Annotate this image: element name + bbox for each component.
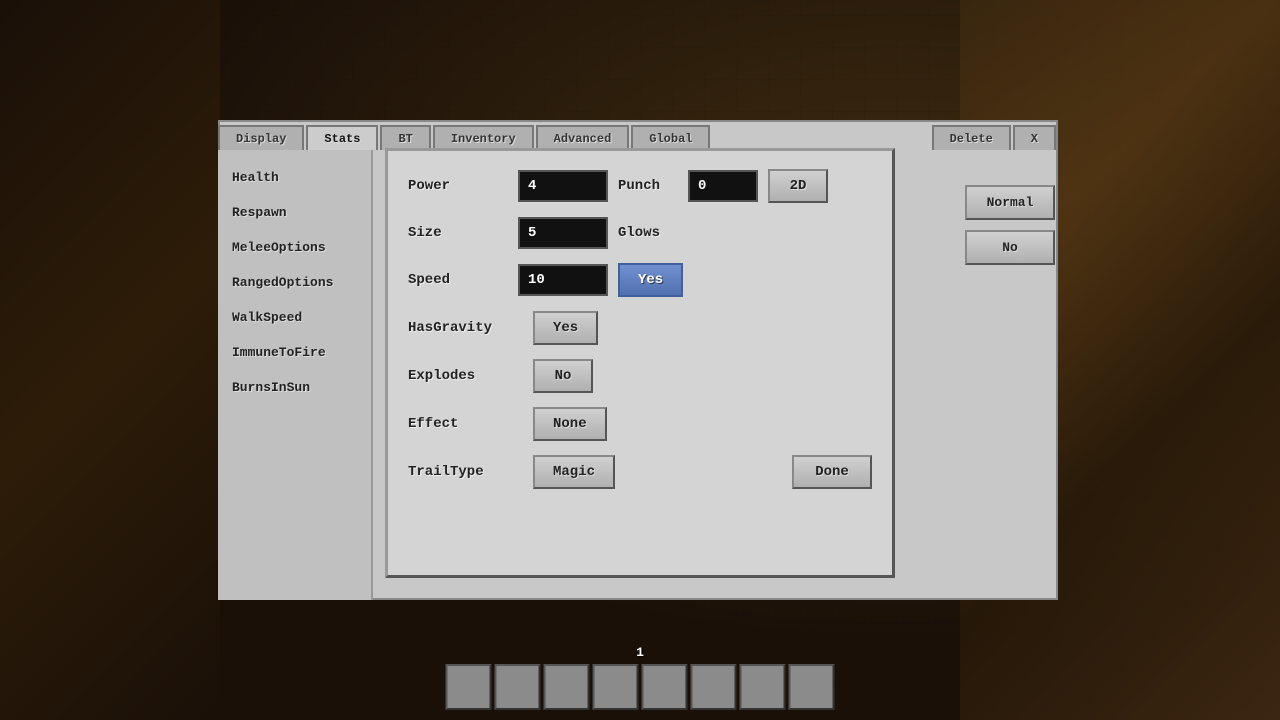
normal-button[interactable]: Normal	[965, 185, 1055, 220]
inv-slot-2[interactable]	[495, 664, 541, 710]
tab-advanced[interactable]: Advanced	[536, 125, 630, 150]
hasgravity-button[interactable]: Yes	[533, 311, 598, 345]
inv-slot-4[interactable]	[593, 664, 639, 710]
inv-slot-1[interactable]	[446, 664, 492, 710]
no-button[interactable]: No	[965, 230, 1055, 265]
effect-row: Effect None	[408, 407, 872, 441]
right-buttons: Normal No	[965, 185, 1055, 265]
hotbar-number: 1	[636, 645, 644, 660]
trailtype-label: TrailType	[408, 464, 523, 480]
sidebar-item-respawn[interactable]: Respawn	[218, 195, 371, 230]
tab-global[interactable]: Global	[631, 125, 710, 150]
power-input[interactable]	[518, 170, 608, 202]
sidebar-item-immunetofire[interactable]: ImmuneToFire	[218, 335, 371, 370]
punch-label: Punch	[618, 178, 678, 194]
tabs-container: Display Stats BT Inventory Advanced Glob…	[218, 122, 1058, 150]
explodes-button[interactable]: No	[533, 359, 593, 393]
tab-bt[interactable]: BT	[380, 125, 430, 150]
inv-slot-5[interactable]	[642, 664, 688, 710]
speed-yes-button[interactable]: Yes	[618, 263, 683, 297]
hasgravity-row: HasGravity Yes	[408, 311, 872, 345]
size-row: Size Glows	[408, 217, 872, 249]
left-sidebar: Health Respawn MeleeOptions RangedOption…	[218, 150, 373, 600]
scene-blocks-left	[0, 0, 220, 720]
tab-inventory[interactable]: Inventory	[433, 125, 534, 150]
sidebar-item-health[interactable]: Health	[218, 160, 371, 195]
explodes-row: Explodes No	[408, 359, 872, 393]
hasgravity-label: HasGravity	[408, 320, 523, 336]
trailtype-row: TrailType Magic Done	[408, 455, 872, 489]
effect-button[interactable]: None	[533, 407, 607, 441]
punch-input[interactable]	[688, 170, 758, 202]
inv-slot-7[interactable]	[740, 664, 786, 710]
effect-label: Effect	[408, 416, 523, 432]
size-label: Size	[408, 225, 508, 241]
inv-slot-3[interactable]	[544, 664, 590, 710]
close-button[interactable]: X	[1013, 125, 1056, 150]
tab-display[interactable]: Display	[218, 125, 304, 150]
sidebar-item-rangedoptions[interactable]: RangedOptions	[218, 265, 371, 300]
sidebar-item-walkspeed[interactable]: WalkSpeed	[218, 300, 371, 335]
speed-input[interactable]	[518, 264, 608, 296]
explodes-label: Explodes	[408, 368, 523, 384]
done-button[interactable]: Done	[792, 455, 872, 489]
inv-slot-6[interactable]	[691, 664, 737, 710]
2d-button[interactable]: 2D	[768, 169, 828, 203]
trailtype-button[interactable]: Magic	[533, 455, 615, 489]
size-input[interactable]	[518, 217, 608, 249]
power-row: Power Punch 2D	[408, 169, 872, 203]
speed-label: Speed	[408, 272, 508, 288]
glows-label: Glows	[618, 225, 678, 241]
inventory-bar	[446, 664, 835, 710]
power-label: Power	[408, 178, 508, 194]
tab-stats[interactable]: Stats	[306, 125, 378, 150]
sidebar-item-meleeoptions[interactable]: MeleeOptions	[218, 230, 371, 265]
speed-row: Speed Yes	[408, 263, 872, 297]
sidebar-item-burnsinsun[interactable]: BurnsInSun	[218, 370, 371, 405]
inv-slot-8[interactable]	[789, 664, 835, 710]
delete-button[interactable]: Delete	[932, 125, 1011, 150]
dialog: Power Punch 2D Size Glows Speed Yes HasG…	[385, 148, 895, 578]
